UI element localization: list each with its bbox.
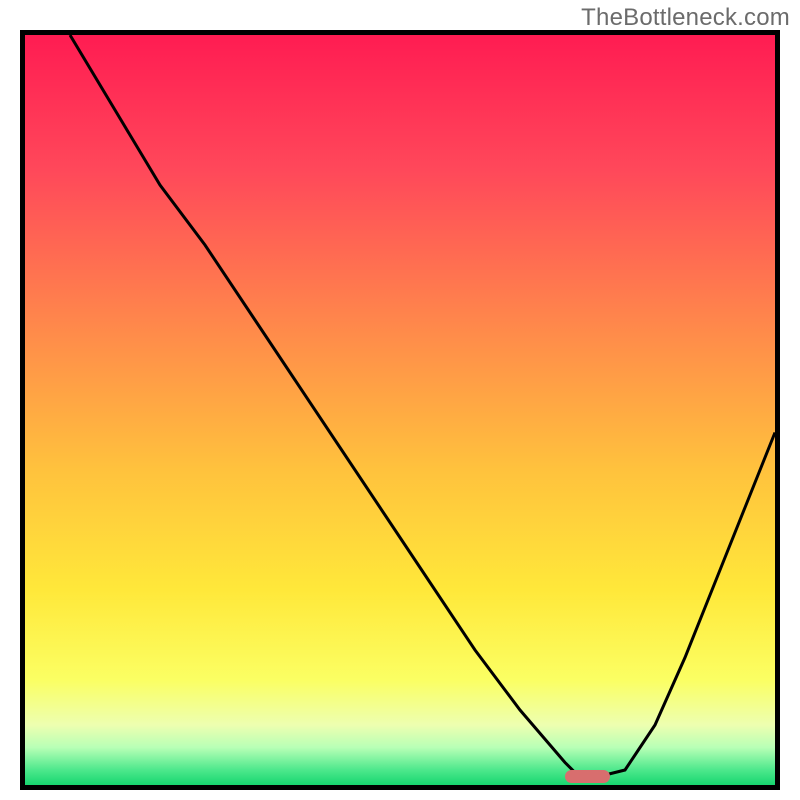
chart-curve-svg xyxy=(25,35,775,785)
curve-path xyxy=(70,35,775,778)
chart-container: TheBottleneck.com xyxy=(0,0,800,800)
highlight-marker xyxy=(565,770,610,783)
watermark-text: TheBottleneck.com xyxy=(581,4,790,32)
plot-frame xyxy=(20,30,780,790)
